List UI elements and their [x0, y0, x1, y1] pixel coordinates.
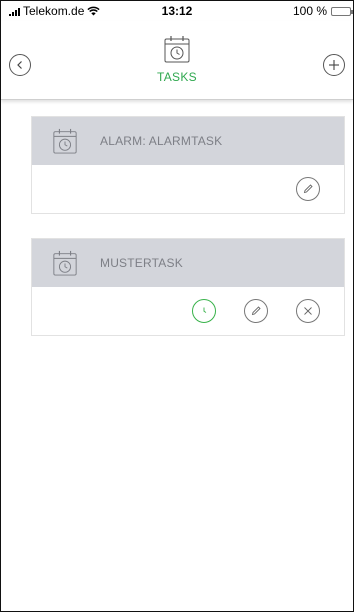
- schedule-button[interactable]: [192, 299, 216, 323]
- delete-button[interactable]: [296, 299, 320, 323]
- status-bar: Telekom.de 13:12 100 %: [1, 1, 353, 21]
- page-title: TASKS: [157, 70, 197, 84]
- calendar-clock-icon: [53, 128, 77, 154]
- calendar-clock-icon: [53, 250, 77, 276]
- task-card: ALARM: ALARMTASK: [31, 116, 345, 214]
- clock-icon: [203, 307, 207, 313]
- battery-percent: 100 %: [292, 4, 327, 18]
- task-card: MUSTERTASK: [31, 238, 345, 336]
- task-card-actions: [32, 287, 344, 335]
- calendar-clock-icon: [164, 36, 190, 63]
- task-card-actions: [32, 165, 344, 213]
- edit-button[interactable]: [244, 299, 268, 323]
- task-card-header[interactable]: MUSTERTASK: [32, 239, 344, 287]
- battery-icon: [331, 6, 353, 16]
- edit-button[interactable]: [296, 177, 320, 201]
- close-icon: [304, 307, 312, 315]
- plus-icon: [329, 60, 339, 70]
- add-task-button[interactable]: [323, 54, 345, 76]
- task-title: MUSTERTASK: [100, 256, 183, 270]
- pencil-icon: [303, 184, 313, 194]
- nav-bar: TASKS: [1, 21, 353, 100]
- pencil-icon: [251, 306, 261, 316]
- app-frame: Telekom.de 13:12 100 % TASKS ALARM: ALAR…: [0, 0, 354, 612]
- task-title: ALARM: ALARMTASK: [100, 134, 223, 148]
- task-card-header[interactable]: ALARM: ALARMTASK: [32, 117, 344, 165]
